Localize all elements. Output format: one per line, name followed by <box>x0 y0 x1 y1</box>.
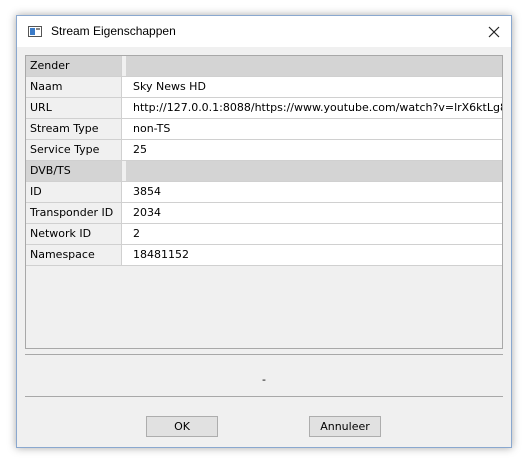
property-value[interactable]: Sky News HD <box>122 77 502 97</box>
title-bar[interactable]: Stream Eigenschappen <box>17 16 511 47</box>
dialog-window: Stream Eigenschappen Zender Naam Sky New… <box>16 15 512 448</box>
window-icon <box>28 26 42 37</box>
property-value[interactable]: 25 <box>122 140 502 160</box>
property-label: ID <box>26 182 122 202</box>
property-value[interactable]: http://127.0.0.1:8088/https://www.youtub… <box>122 98 502 118</box>
property-row-namespace[interactable]: Namespace 18481152 <box>26 245 502 266</box>
property-row-url[interactable]: URL http://127.0.0.1:8088/https://www.yo… <box>26 98 502 119</box>
ok-button[interactable]: OK <box>146 416 218 437</box>
status-text: - <box>262 373 266 386</box>
property-label: Service Type <box>26 140 122 160</box>
cancel-button[interactable]: Annuleer <box>309 416 381 437</box>
property-label: Naam <box>26 77 122 97</box>
property-row-naam[interactable]: Naam Sky News HD <box>26 77 502 98</box>
property-value[interactable]: 18481152 <box>122 245 502 265</box>
section-title: DVB/TS <box>26 161 122 181</box>
property-row-id[interactable]: ID 3854 <box>26 182 502 203</box>
section-header-zender: Zender <box>26 56 502 77</box>
property-value[interactable]: 2034 <box>122 203 502 223</box>
close-icon <box>488 26 500 37</box>
property-label: URL <box>26 98 122 118</box>
property-value[interactable]: 3854 <box>122 182 502 202</box>
close-button[interactable] <box>477 16 511 47</box>
property-value[interactable]: non-TS <box>122 119 502 139</box>
property-label: Transponder ID <box>26 203 122 223</box>
property-row-service-type[interactable]: Service Type 25 <box>26 140 502 161</box>
section-header-dvb-ts: DVB/TS <box>26 161 502 182</box>
properties-table: Zender Naam Sky News HD URL http://127.0… <box>25 55 503 349</box>
property-value[interactable]: 2 <box>122 224 502 244</box>
property-row-transponder-id[interactable]: Transponder ID 2034 <box>26 203 502 224</box>
property-row-stream-type[interactable]: Stream Type non-TS <box>26 119 502 140</box>
section-title: Zender <box>26 56 122 76</box>
window-title: Stream Eigenschappen <box>51 24 176 38</box>
property-label: Stream Type <box>26 119 122 139</box>
status-panel: - <box>25 354 503 397</box>
property-row-network-id[interactable]: Network ID 2 <box>26 224 502 245</box>
property-label: Network ID <box>26 224 122 244</box>
property-label: Namespace <box>26 245 122 265</box>
